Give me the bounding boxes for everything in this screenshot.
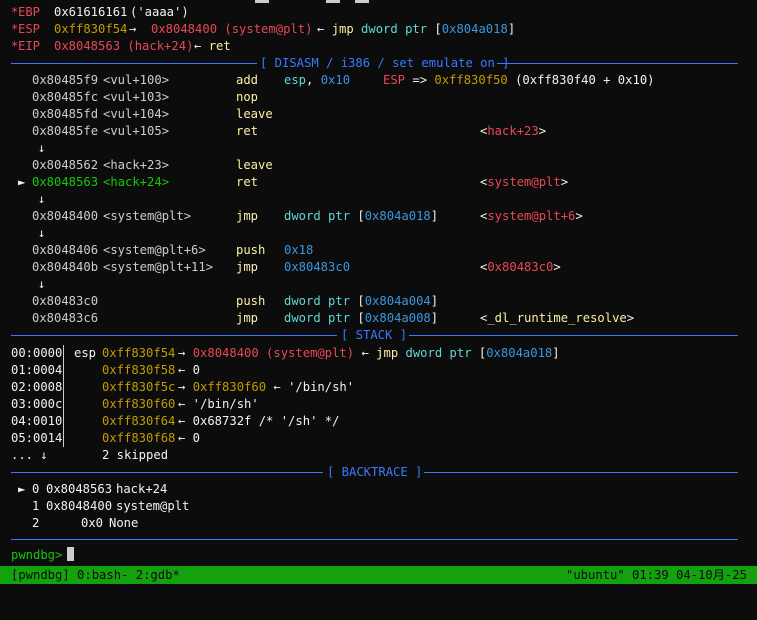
disasm-header: [ DISASM / i386 / set emulate on ] bbox=[260, 56, 510, 70]
register-eip: * EIP 0x8048563 (hack+24) ← ret bbox=[11, 39, 231, 53]
stack-skipped-row: ... ↓ 2 skipped bbox=[11, 448, 169, 462]
tmux-status-bar: [pwndbg] 0:bash- 2:gdb* "ubuntu" 01:39 0… bbox=[0, 566, 757, 584]
disasm-separator: [ DISASM / i386 / set emulate on ] bbox=[0, 55, 757, 72]
prompt-label: pwndbg> bbox=[11, 548, 63, 562]
stack-row[interactable]: 04:0010 0xff830f64 ← 0x68732f /* '/sh' *… bbox=[0, 413, 757, 430]
scrolled-line-fragment bbox=[255, 0, 269, 3]
disasm-row[interactable]: 0x80483c0 push dword ptr [0x804a004] bbox=[0, 293, 757, 310]
command-line[interactable]: pwndbg> bbox=[0, 547, 757, 564]
register-esp: * ESP 0xff830f54 → 0x8048400 (system@plt)… bbox=[11, 22, 516, 36]
stack-row[interactable]: 02:0008 0xff830f5c → 0xff830f60 ← '/bin/… bbox=[0, 379, 757, 396]
flow-arrow: ↓ bbox=[38, 226, 46, 240]
disasm-row[interactable]: 0x8048562 <hack+23> leave bbox=[0, 157, 757, 174]
terminal-window[interactable]: * EBP 0x61616161 ('aaaa') * ESP 0xff830f54… bbox=[0, 0, 757, 566]
text-cursor bbox=[67, 547, 74, 564]
disasm-row[interactable]: 0x80483c6 jmp dword ptr [0x804a008] <_dl… bbox=[0, 310, 757, 327]
bottom-separator bbox=[11, 539, 738, 540]
disasm-row[interactable]: 0x8048406 <system@plt+6> push 0x18 bbox=[0, 242, 757, 259]
disasm-row[interactable]: 0x80485fc <vul+103> nop bbox=[0, 89, 757, 106]
flow-arrow: ↓ bbox=[38, 141, 46, 155]
backtrace-row[interactable]: 2 0x0 None bbox=[0, 515, 757, 532]
current-frame-marker: ► bbox=[18, 482, 26, 496]
backtrace-separator: [ BACKTRACE ] bbox=[0, 464, 757, 481]
backtrace-header: [ BACKTRACE ] bbox=[327, 465, 423, 479]
backtrace-row[interactable]: ► 0 0x8048563 hack+24 bbox=[0, 481, 757, 498]
stack-row[interactable]: 05:0014 0xff830f68 ← 0 bbox=[0, 430, 757, 447]
register-ebp: * EBP 0x61616161 ('aaaa') bbox=[11, 5, 189, 19]
disasm-row[interactable]: 0x80485fe <vul+105> ret <hack+23> bbox=[0, 123, 757, 140]
flow-arrow: ↓ bbox=[38, 192, 46, 206]
disasm-row-current[interactable]: ► 0x8048563 <hack+24> ret <system@plt> bbox=[0, 174, 757, 191]
disasm-row[interactable]: 0x80485f9 <vul+100> add esp, 0x10 ESP =>… bbox=[0, 72, 757, 89]
scrolled-line-fragment bbox=[326, 0, 340, 3]
stack-row[interactable]: 01:0004 0xff830f58 ← 0 bbox=[0, 362, 757, 379]
disasm-row[interactable]: 0x804840b <system@plt+11> jmp 0x80483c0 … bbox=[0, 259, 757, 276]
flow-arrow: ↓ bbox=[38, 277, 46, 291]
stack-separator: [ STACK ] bbox=[0, 327, 757, 344]
scrolled-line-fragment bbox=[355, 0, 369, 3]
status-windows[interactable]: [pwndbg] 0:bash- 2:gdb* bbox=[11, 566, 180, 584]
stack-header: [ STACK ] bbox=[341, 328, 408, 342]
disasm-row[interactable]: 0x80485fd <vul+104> leave bbox=[0, 106, 757, 123]
backtrace-row[interactable]: 1 0x8048400 system@plt bbox=[0, 498, 757, 515]
disasm-row[interactable]: 0x8048400 <system@plt> jmp dword ptr [0x… bbox=[0, 208, 757, 225]
stack-row[interactable]: 00:0000 esp 0xff830f54 → 0x8048400 (syst… bbox=[0, 345, 757, 362]
status-host-time: "ubuntu" 01:39 04-10月-25 bbox=[566, 568, 747, 582]
current-instruction-marker: ► bbox=[18, 175, 26, 189]
stack-row[interactable]: 03:000c 0xff830f60 ← '/bin/sh' bbox=[0, 396, 757, 413]
